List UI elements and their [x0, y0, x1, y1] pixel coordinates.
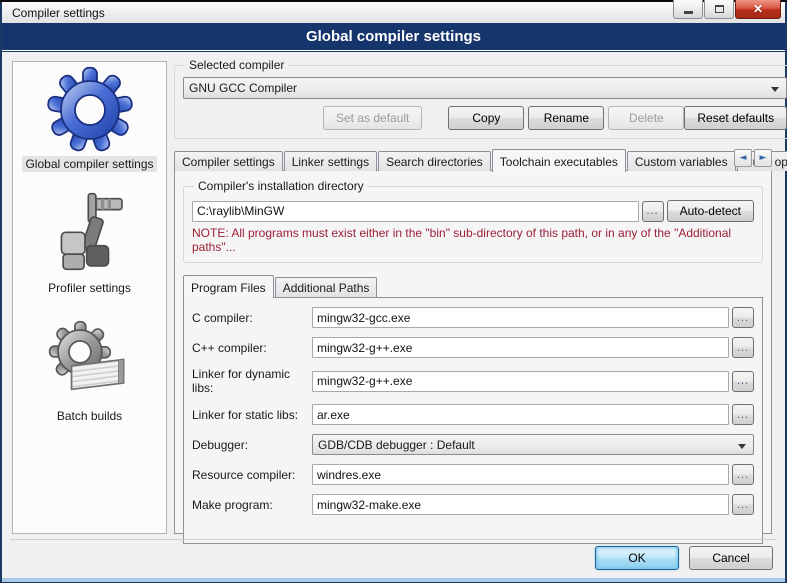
dialog-content: Global compiler settings: [2, 52, 785, 578]
sidebar-item-label: Profiler settings: [45, 280, 134, 296]
tab-program-files[interactable]: Program Files: [183, 275, 274, 298]
selected-compiler-group-label: Selected compiler: [185, 58, 288, 72]
chevron-down-icon: [738, 444, 746, 449]
minimize-button[interactable]: [673, 0, 703, 19]
caliper-icon: [44, 190, 136, 278]
arrow-left-icon: ◄: [740, 153, 747, 163]
dynamic-linker-browse-button[interactable]: ...: [732, 371, 754, 392]
delete-button: Delete: [608, 106, 684, 130]
make-program-label: Make program:: [192, 498, 312, 512]
make-program-input[interactable]: [312, 494, 729, 515]
tab-scroll-buttons: ◄ ►: [734, 149, 772, 167]
main-panel: Selected compiler GNU GCC Compiler Set a…: [174, 58, 772, 534]
reset-defaults-button[interactable]: Reset defaults: [684, 106, 787, 130]
installation-directory-browse-button[interactable]: ...: [642, 201, 664, 222]
cpp-compiler-input[interactable]: [312, 337, 729, 358]
static-linker-browse-button[interactable]: ...: [732, 404, 754, 425]
set-as-default-button: Set as default: [323, 106, 422, 130]
c-compiler-input[interactable]: [312, 307, 729, 328]
sidebar-item-batch-builds[interactable]: Batch builds: [44, 318, 136, 424]
tab-additional-paths[interactable]: Additional Paths: [275, 277, 378, 297]
compiler-select[interactable]: GNU GCC Compiler: [183, 77, 787, 99]
dynamic-linker-input[interactable]: [312, 371, 729, 392]
ok-button[interactable]: OK: [595, 546, 679, 570]
copy-button[interactable]: Copy: [448, 106, 524, 130]
installation-directory-group: Compiler's installation directory ... Au…: [183, 179, 763, 263]
c-compiler-browse-button[interactable]: ...: [732, 307, 754, 328]
chevron-down-icon: [771, 87, 779, 92]
close-button[interactable]: ✕: [735, 0, 781, 19]
arrow-right-icon: ►: [760, 153, 767, 163]
gray-gear-papers-icon: [44, 318, 136, 406]
window-title: Compiler settings: [12, 6, 105, 20]
tab-scroll-right-button[interactable]: ►: [754, 149, 772, 167]
blue-gear-icon: [44, 66, 136, 154]
cpp-compiler-row: C++ compiler: ...: [192, 337, 754, 358]
settings-tab-strip: Compiler settings Linker settings Search…: [174, 148, 772, 171]
tab-scroll-left-button[interactable]: ◄: [734, 149, 752, 167]
auto-detect-button[interactable]: Auto-detect: [667, 200, 754, 222]
titlebar[interactable]: Compiler settings: [2, 2, 785, 23]
compiler-buttons-row: Set as default Copy Rename Delete Reset …: [183, 106, 787, 130]
settings-category-list: Global compiler settings: [12, 61, 167, 534]
bin-subdirectory-note: NOTE: All programs must exist either in …: [192, 226, 754, 254]
dialog-footer: OK Cancel: [10, 539, 777, 575]
compiler-select-value: GNU GCC Compiler: [189, 81, 297, 95]
static-linker-row: Linker for static libs: ...: [192, 404, 754, 425]
resource-compiler-label: Resource compiler:: [192, 468, 312, 482]
resource-compiler-input[interactable]: [312, 464, 729, 485]
maximize-icon: [715, 5, 724, 13]
tab-linker-settings[interactable]: Linker settings: [284, 151, 377, 171]
page-title: Global compiler settings: [2, 23, 785, 51]
cancel-button[interactable]: Cancel: [689, 546, 773, 570]
make-program-browse-button[interactable]: ...: [732, 494, 754, 515]
resource-compiler-row: Resource compiler: ...: [192, 464, 754, 485]
rename-button[interactable]: Rename: [528, 106, 604, 130]
tab-toolchain-executables[interactable]: Toolchain executables: [492, 149, 626, 172]
installation-directory-input[interactable]: [192, 201, 639, 222]
selected-compiler-group: Selected compiler GNU GCC Compiler Set a…: [174, 58, 787, 139]
program-files-panel: C compiler: ... C++ compiler: ... Linker…: [183, 297, 763, 544]
sidebar-item-global-compiler-settings[interactable]: Global compiler settings: [22, 66, 156, 172]
sidebar-item-label: Global compiler settings: [22, 156, 156, 172]
window-controls: ✕: [672, 0, 781, 19]
static-linker-input[interactable]: [312, 404, 729, 425]
tab-custom-variables[interactable]: Custom variables: [627, 151, 736, 171]
tab-search-directories[interactable]: Search directories: [378, 151, 491, 171]
static-linker-label: Linker for static libs:: [192, 408, 312, 422]
debugger-select[interactable]: GDB/CDB debugger : Default: [312, 434, 754, 455]
dynamic-linker-row: Linker for dynamic libs: ...: [192, 367, 754, 395]
dynamic-linker-label: Linker for dynamic libs:: [192, 367, 312, 395]
cpp-compiler-label: C++ compiler:: [192, 341, 312, 355]
sidebar-item-label: Batch builds: [54, 408, 125, 424]
make-program-row: Make program: ...: [192, 494, 754, 515]
debugger-row: Debugger: GDB/CDB debugger : Default: [192, 434, 754, 455]
c-compiler-row: C compiler: ...: [192, 307, 754, 328]
toolchain-executables-page: Compiler's installation directory ... Au…: [174, 170, 772, 534]
close-icon: ✕: [753, 3, 763, 15]
debugger-select-value: GDB/CDB debugger : Default: [318, 438, 475, 452]
tab-compiler-settings[interactable]: Compiler settings: [174, 151, 283, 171]
minimize-icon: [684, 11, 693, 14]
resource-compiler-browse-button[interactable]: ...: [732, 464, 754, 485]
c-compiler-label: C compiler:: [192, 311, 312, 325]
compiler-settings-dialog: Compiler settings ✕ Global compiler sett…: [0, 0, 787, 583]
window-frame-edge: [2, 578, 785, 582]
cpp-compiler-browse-button[interactable]: ...: [732, 337, 754, 358]
program-files-tab-strip: Program Files Additional Paths: [183, 274, 763, 297]
sidebar-item-profiler-settings[interactable]: Profiler settings: [44, 190, 136, 296]
maximize-button[interactable]: [704, 0, 734, 19]
installation-directory-group-label: Compiler's installation directory: [194, 179, 368, 193]
installation-directory-row: ... Auto-detect: [192, 200, 754, 222]
debugger-label: Debugger:: [192, 438, 312, 452]
